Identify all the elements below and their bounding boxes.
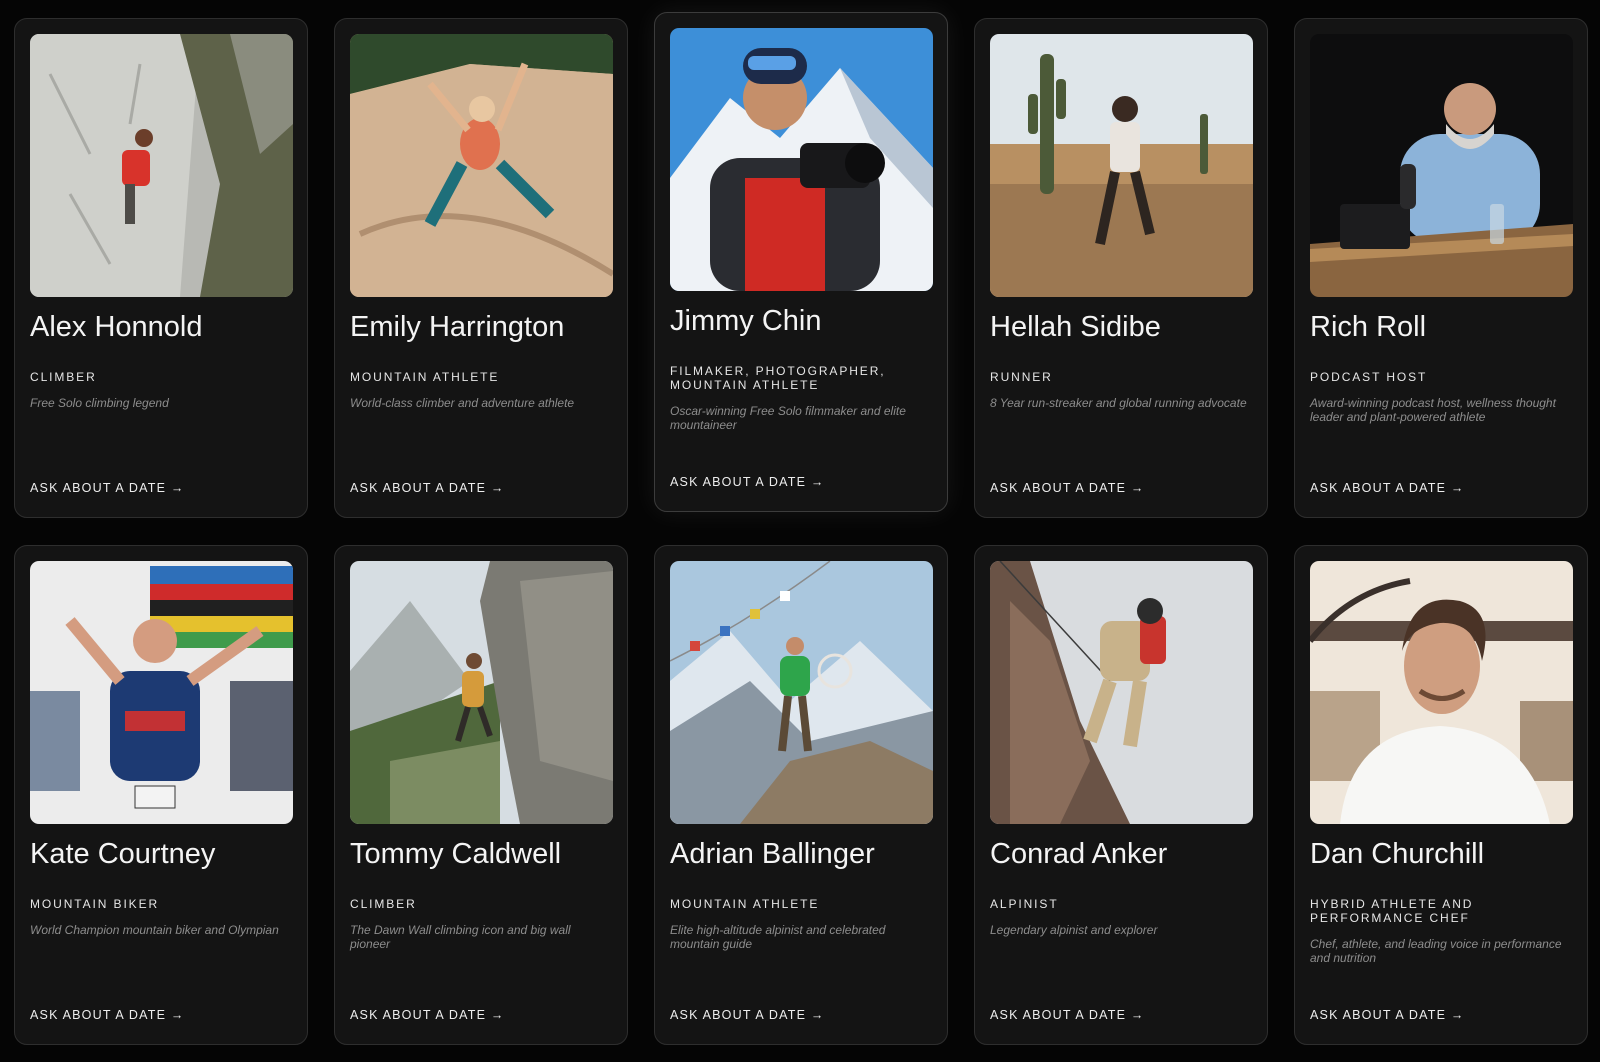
athlete-photo xyxy=(350,561,613,824)
athlete-role: FILMAKER, PHOTOGRAPHER, MOUNTAIN ATHLETE xyxy=(670,364,886,392)
athlete-description: The Dawn Wall climbing icon and big wall… xyxy=(350,923,571,951)
ask-about-date-link[interactable]: ASK ABOUT A DATE → xyxy=(30,1008,185,1022)
athlete-role: MOUNTAIN ATHLETE xyxy=(350,370,500,384)
athlete-name: Conrad Anker xyxy=(990,838,1168,870)
ask-about-date-link[interactable]: ASK ABOUT A DATE → xyxy=(350,1008,505,1022)
ask-about-date-link[interactable]: ASK ABOUT A DATE → xyxy=(30,481,185,495)
athlete-description: Award-winning podcast host, wellness tho… xyxy=(1310,396,1556,424)
athlete-name: Adrian Ballinger xyxy=(670,838,875,870)
athlete-card-rich-roll[interactable]: Rich Roll PODCAST HOST Award-winning pod… xyxy=(1294,18,1588,518)
athlete-role: RUNNER xyxy=(990,370,1053,384)
athlete-name: Dan Churchill xyxy=(1310,838,1485,870)
athlete-photo xyxy=(30,34,293,297)
athlete-photo xyxy=(1310,34,1573,297)
athlete-grid: Alex Honnold CLIMBER Free Solo climbing … xyxy=(0,0,1600,1062)
athlete-role: MOUNTAIN BIKER xyxy=(30,897,160,911)
athlete-description: Legendary alpinist and explorer xyxy=(990,923,1158,937)
athlete-card-conrad-anker[interactable]: Conrad Anker ALPINIST Legendary alpinist… xyxy=(974,545,1268,1045)
athlete-description: Oscar-winning Free Solo filmmaker and el… xyxy=(670,404,906,432)
ask-about-date-link[interactable]: ASK ABOUT A DATE → xyxy=(670,475,825,489)
athlete-description: World-class climber and adventure athlet… xyxy=(350,396,575,410)
athlete-photo xyxy=(990,561,1253,824)
athlete-card-hellah-sidibe[interactable]: Hellah Sidibe RUNNER 8 Year run-streaker… xyxy=(974,18,1268,518)
athlete-description: Chef, athlete, and leading voice in perf… xyxy=(1310,937,1562,965)
athlete-role: ALPINIST xyxy=(990,897,1059,911)
athlete-card-jimmy-chin[interactable]: Jimmy Chin FILMAKER, PHOTOGRAPHER, MOUNT… xyxy=(654,12,948,512)
athlete-name: Hellah Sidibe xyxy=(990,311,1161,343)
athlete-card-tommy-caldwell[interactable]: Tommy Caldwell CLIMBER The Dawn Wall cli… xyxy=(334,545,628,1045)
ask-about-date-link[interactable]: ASK ABOUT A DATE → xyxy=(670,1008,825,1022)
athlete-role: CLIMBER xyxy=(350,897,417,911)
ask-about-date-link[interactable]: ASK ABOUT A DATE → xyxy=(990,1008,1145,1022)
athlete-name: Rich Roll xyxy=(1310,311,1427,343)
athlete-photo xyxy=(30,561,293,824)
athlete-card-alex-honnold[interactable]: Alex Honnold CLIMBER Free Solo climbing … xyxy=(14,18,308,518)
athlete-description: Elite high-altitude alpinist and celebra… xyxy=(670,923,886,951)
athlete-card-kate-courtney[interactable]: Kate Courtney MOUNTAIN BIKER World Champ… xyxy=(14,545,308,1045)
athlete-photo xyxy=(670,561,933,824)
athlete-photo xyxy=(990,34,1253,297)
athlete-photo xyxy=(670,28,933,291)
athlete-photo xyxy=(350,34,613,297)
athlete-description: Free Solo climbing legend xyxy=(30,396,169,410)
athlete-name: Alex Honnold xyxy=(30,311,203,343)
athlete-card-emily-harrington[interactable]: Emily Harrington MOUNTAIN ATHLETE World-… xyxy=(334,18,628,518)
athlete-role: PODCAST HOST xyxy=(1310,370,1428,384)
athlete-name: Emily Harrington xyxy=(350,311,565,343)
athlete-name: Kate Courtney xyxy=(30,838,216,870)
ask-about-date-link[interactable]: ASK ABOUT A DATE → xyxy=(350,481,505,495)
athlete-photo xyxy=(1310,561,1573,824)
athlete-role: MOUNTAIN ATHLETE xyxy=(670,897,820,911)
ask-about-date-link[interactable]: ASK ABOUT A DATE → xyxy=(1310,1008,1465,1022)
athlete-name: Tommy Caldwell xyxy=(350,838,562,870)
ask-about-date-link[interactable]: ASK ABOUT A DATE → xyxy=(990,481,1145,495)
athlete-card-dan-churchill[interactable]: Dan Churchill HYBRID ATHLETE AND PERFORM… xyxy=(1294,545,1588,1045)
athlete-description: 8 Year run-streaker and global running a… xyxy=(990,396,1247,410)
ask-about-date-link[interactable]: ASK ABOUT A DATE → xyxy=(1310,481,1465,495)
athlete-name: Jimmy Chin xyxy=(670,305,822,337)
athlete-card-adrian-ballinger[interactable]: Adrian Ballinger MOUNTAIN ATHLETE Elite … xyxy=(654,545,948,1045)
athlete-description: World Champion mountain biker and Olympi… xyxy=(30,923,279,937)
athlete-role: CLIMBER xyxy=(30,370,97,384)
athlete-role: HYBRID ATHLETE AND PERFORMANCE CHEF xyxy=(1310,897,1474,925)
